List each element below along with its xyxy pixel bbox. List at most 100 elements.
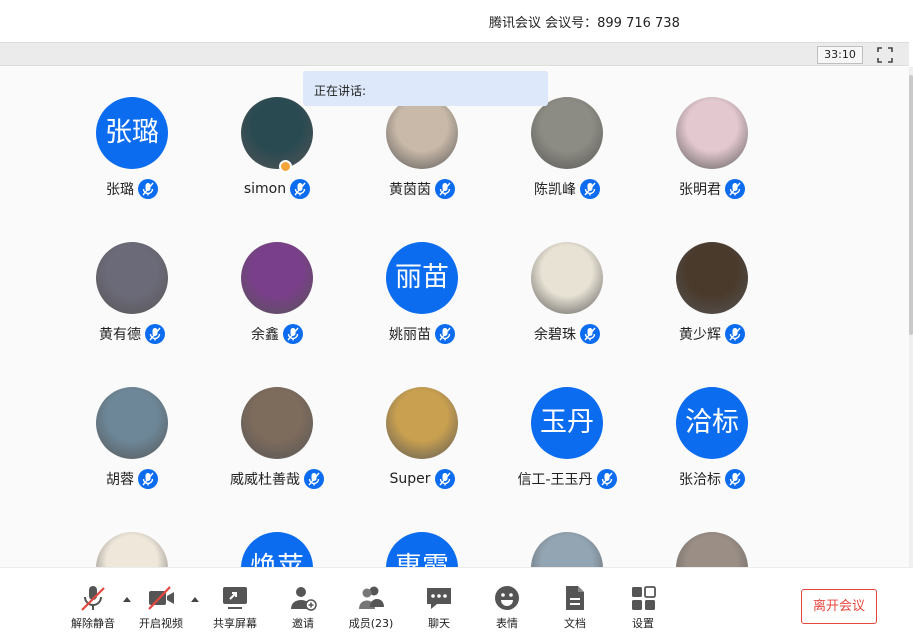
mic-icon xyxy=(580,179,600,199)
leave-meeting-button[interactable]: 离开会议 xyxy=(801,589,877,624)
avatar xyxy=(241,97,313,169)
avatar xyxy=(386,387,458,459)
participant-name: 张洽标 xyxy=(679,472,721,488)
avatar xyxy=(96,532,168,567)
participant-name: 余碧珠 xyxy=(534,327,576,343)
participant-name: 张明君 xyxy=(679,182,721,198)
participant-name-row: 余碧珠 xyxy=(512,322,622,346)
documents-label: 文档 xyxy=(564,617,586,630)
mic-icon xyxy=(435,324,455,344)
participant-name-row: Super xyxy=(367,467,477,491)
chat-label: 聊天 xyxy=(428,617,450,630)
unmute-label: 解除静音 xyxy=(71,617,115,630)
video-off-icon xyxy=(148,586,174,610)
participant-tile[interactable] xyxy=(512,502,622,567)
invite-label: 邀请 xyxy=(292,617,314,630)
members-label: 成员(23) xyxy=(348,617,394,630)
mic-icon xyxy=(145,324,165,344)
participant-tile[interactable]: 惠霞 xyxy=(367,502,477,567)
participant-tile[interactable]: 黄少辉 xyxy=(657,212,767,344)
participant-name: 黄少辉 xyxy=(679,327,721,343)
avatar xyxy=(96,387,168,459)
participant-tile[interactable]: 焕苹 xyxy=(222,502,332,567)
invite-user-icon xyxy=(291,587,317,611)
participant-tile[interactable]: 余碧珠 xyxy=(512,212,622,344)
participant-tile[interactable]: 张璐 张璐 xyxy=(77,67,187,199)
avatar xyxy=(676,97,748,169)
avatar xyxy=(241,387,313,459)
avatar xyxy=(531,532,603,567)
mic-icon xyxy=(725,469,745,489)
avatar: 洽标 xyxy=(676,387,748,459)
participant-name-row: 余鑫 xyxy=(222,322,332,346)
start-video-button[interactable]: 开启视频 xyxy=(129,583,193,631)
emoji-icon xyxy=(495,586,519,610)
participant-name: Super xyxy=(389,471,431,487)
participant-name-row: 黄茵茵 xyxy=(367,177,477,201)
participant-name-row: simon xyxy=(222,177,332,201)
avatar xyxy=(531,242,603,314)
participant-name: 姚丽苗 xyxy=(389,327,431,343)
speaking-label: 正在讲话: xyxy=(314,84,367,98)
invite-button[interactable]: 邀请 xyxy=(271,583,335,631)
participant-name-row: 陈凯峰 xyxy=(512,177,622,201)
participant-tile[interactable]: 威威杜善哉 xyxy=(222,357,332,489)
participant-tile[interactable]: 洽标 张洽标 xyxy=(657,357,767,489)
participant-name-row: 张璐 xyxy=(77,177,187,201)
video-options-caret-icon[interactable] xyxy=(190,595,200,603)
participant-grid: 张璐 张璐 simon 黄茵茵 陈凯峰 张明君 黄有德 余鑫 丽苗 姚丽苗 余碧珠 黄少辉 胡蓉 威威杜善… xyxy=(0,67,909,567)
participant-tile[interactable]: 丽苗姚丽苗 xyxy=(367,212,477,344)
mic-icon xyxy=(138,179,158,199)
participant-name-row: 信工-王玉丹 xyxy=(512,467,622,491)
meeting-timer: 33:10 xyxy=(817,46,863,64)
avatar-initials: 丽苗 xyxy=(395,262,449,293)
emoji-button[interactable]: 表情 xyxy=(475,583,539,631)
participant-name-row: 威威杜善哉 xyxy=(222,467,332,491)
settings-label: 设置 xyxy=(632,617,654,630)
mic-icon xyxy=(283,324,303,344)
host-badge-icon xyxy=(279,160,292,173)
fullscreen-icon[interactable] xyxy=(877,47,893,63)
unmute-button[interactable]: 解除静音 xyxy=(61,583,125,631)
avatar-initials: 张璐 xyxy=(105,117,159,148)
scrollbar-thumb[interactable] xyxy=(909,75,913,335)
chat-button[interactable]: 聊天 xyxy=(407,583,471,631)
avatar: 惠霞 xyxy=(386,532,458,567)
start-video-label: 开启视频 xyxy=(139,617,183,630)
mic-icon xyxy=(434,469,455,489)
mic-icon xyxy=(596,469,617,489)
participant-name-row: 姚丽苗 xyxy=(367,322,477,346)
participant-name-row: 黄有德 xyxy=(77,322,187,346)
avatar xyxy=(676,532,748,567)
mic-off-icon xyxy=(81,586,105,611)
status-bar: 33:10 xyxy=(0,42,909,66)
participant-tile[interactable]: 张明君 xyxy=(657,67,767,199)
participant-tile[interactable] xyxy=(77,502,187,567)
window-titlebar: 腾讯会议 会议号：899 716 738 xyxy=(0,0,913,42)
participant-name-row: 张洽标 xyxy=(657,467,767,491)
participant-tile[interactable]: 胡蓉 xyxy=(77,357,187,489)
participant-name: 信工-王玉丹 xyxy=(517,472,593,488)
documents-button[interactable]: 文档 xyxy=(543,583,607,631)
participant-name: 张璐 xyxy=(106,182,134,198)
avatar-initials: 玉丹 xyxy=(540,407,594,438)
participant-tile[interactable] xyxy=(657,502,767,567)
settings-button[interactable]: 设置 xyxy=(611,583,675,631)
participant-name: 黄有德 xyxy=(99,327,141,343)
settings-icon xyxy=(632,586,656,610)
chat-icon xyxy=(427,588,451,609)
avatar xyxy=(241,242,313,314)
emoji-label: 表情 xyxy=(496,617,518,630)
document-icon xyxy=(566,586,584,610)
meeting-title: 腾讯会议 会议号：899 716 738 xyxy=(489,16,680,31)
share-screen-button[interactable]: 共享屏幕 xyxy=(203,583,267,631)
participant-name-row: 张明君 xyxy=(657,177,767,201)
avatar xyxy=(676,242,748,314)
members-button[interactable]: 成员(23) xyxy=(339,583,403,631)
mic-icon xyxy=(580,324,600,344)
participant-tile[interactable]: 玉丹信工-王玉丹 xyxy=(512,357,622,489)
participant-tile[interactable]: 余鑫 xyxy=(222,212,332,344)
participant-tile[interactable]: Super xyxy=(367,357,477,489)
participant-tile[interactable]: 黄有德 xyxy=(77,212,187,344)
avatar: 丽苗 xyxy=(386,242,458,314)
